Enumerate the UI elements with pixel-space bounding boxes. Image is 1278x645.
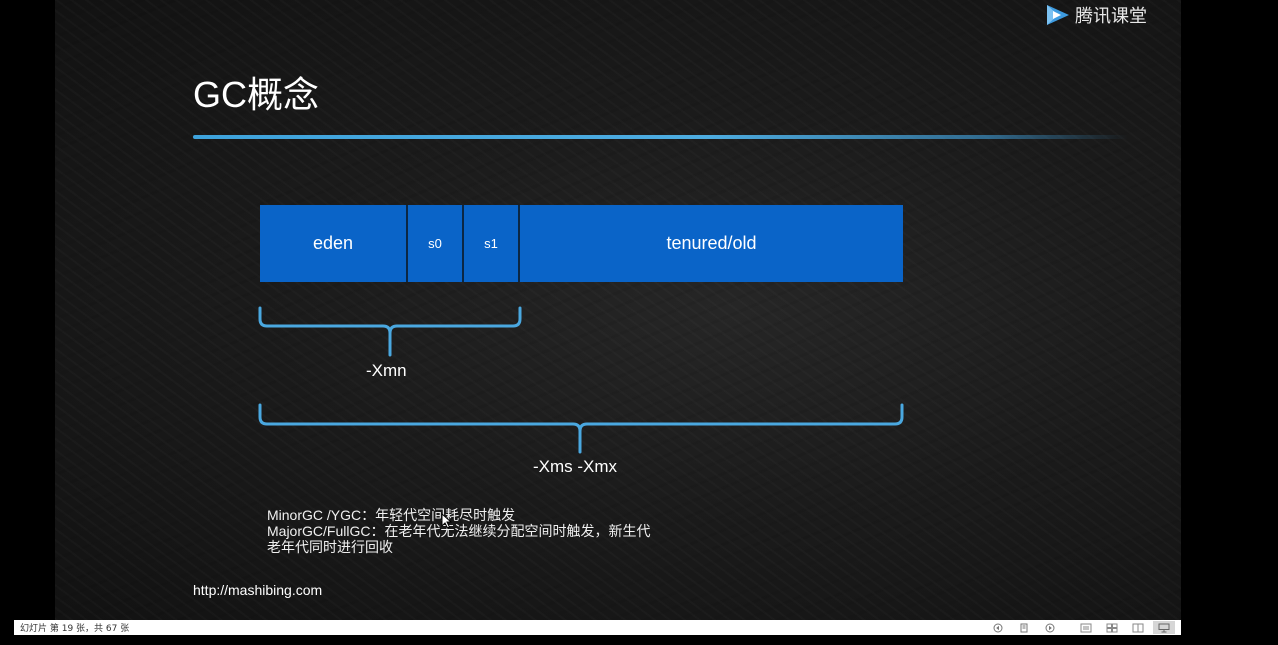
heap-brace <box>258 403 904 454</box>
note-line: MinorGC /YGC：年轻代空间耗尽时触发 <box>267 507 516 523</box>
heap-old-block: tenured/old <box>520 205 903 282</box>
heap-size-label: -Xms -Xmx <box>533 457 618 476</box>
status-bar-controls <box>983 621 1175 634</box>
heap-s0-block: s0 <box>408 205 464 282</box>
heap-eden-block: eden <box>260 205 408 282</box>
s0-label: s0 <box>428 236 442 251</box>
reading-view-icon[interactable] <box>1127 621 1149 634</box>
slide-title: GC概念 <box>193 74 320 115</box>
mouse-cursor-icon <box>441 513 453 529</box>
young-gen-size-label: -Xmn <box>366 361 407 380</box>
footer-url: http://mashibing.com <box>193 582 323 598</box>
slideshow-icon[interactable] <box>1153 621 1175 634</box>
note-line: MajorGC/FullGC：在老年代无法继续分配空间时触发，新生代 <box>267 523 651 539</box>
normal-view-icon[interactable] <box>1075 621 1097 634</box>
note-line: 老年代同时进行回收 <box>267 539 393 555</box>
slide: 腾讯课堂 GC概念 eden s0 s1 tenured/old -Xmn -X… <box>55 0 1181 620</box>
tencent-classroom-logo: 腾讯课堂 <box>1043 2 1147 28</box>
eden-label: eden <box>312 233 354 253</box>
old-label: tenured/old <box>666 233 757 253</box>
prev-icon[interactable] <box>987 621 1009 634</box>
title-underline <box>193 135 1128 139</box>
logo-text: 腾讯课堂 <box>1075 6 1147 27</box>
young-gen-brace <box>258 306 522 357</box>
heap-s1-block: s1 <box>464 205 520 282</box>
logo-play-icon <box>1047 5 1069 25</box>
gc-notes: MinorGC /YGC：年轻代空间耗尽时触发 MajorGC/FullGC：在… <box>267 507 650 555</box>
next-icon[interactable] <box>1039 621 1061 634</box>
slide-sorter-icon[interactable] <box>1101 621 1123 634</box>
slide-counter: 幻灯片 第 19 张，共 67 张 <box>20 624 130 634</box>
s1-label: s1 <box>484 236 498 251</box>
status-bar: 幻灯片 第 19 张，共 67 张 <box>14 620 1181 635</box>
notes-icon[interactable] <box>1013 621 1035 634</box>
screen: 腾讯课堂 GC概念 eden s0 s1 tenured/old -Xmn -X… <box>0 0 1278 645</box>
